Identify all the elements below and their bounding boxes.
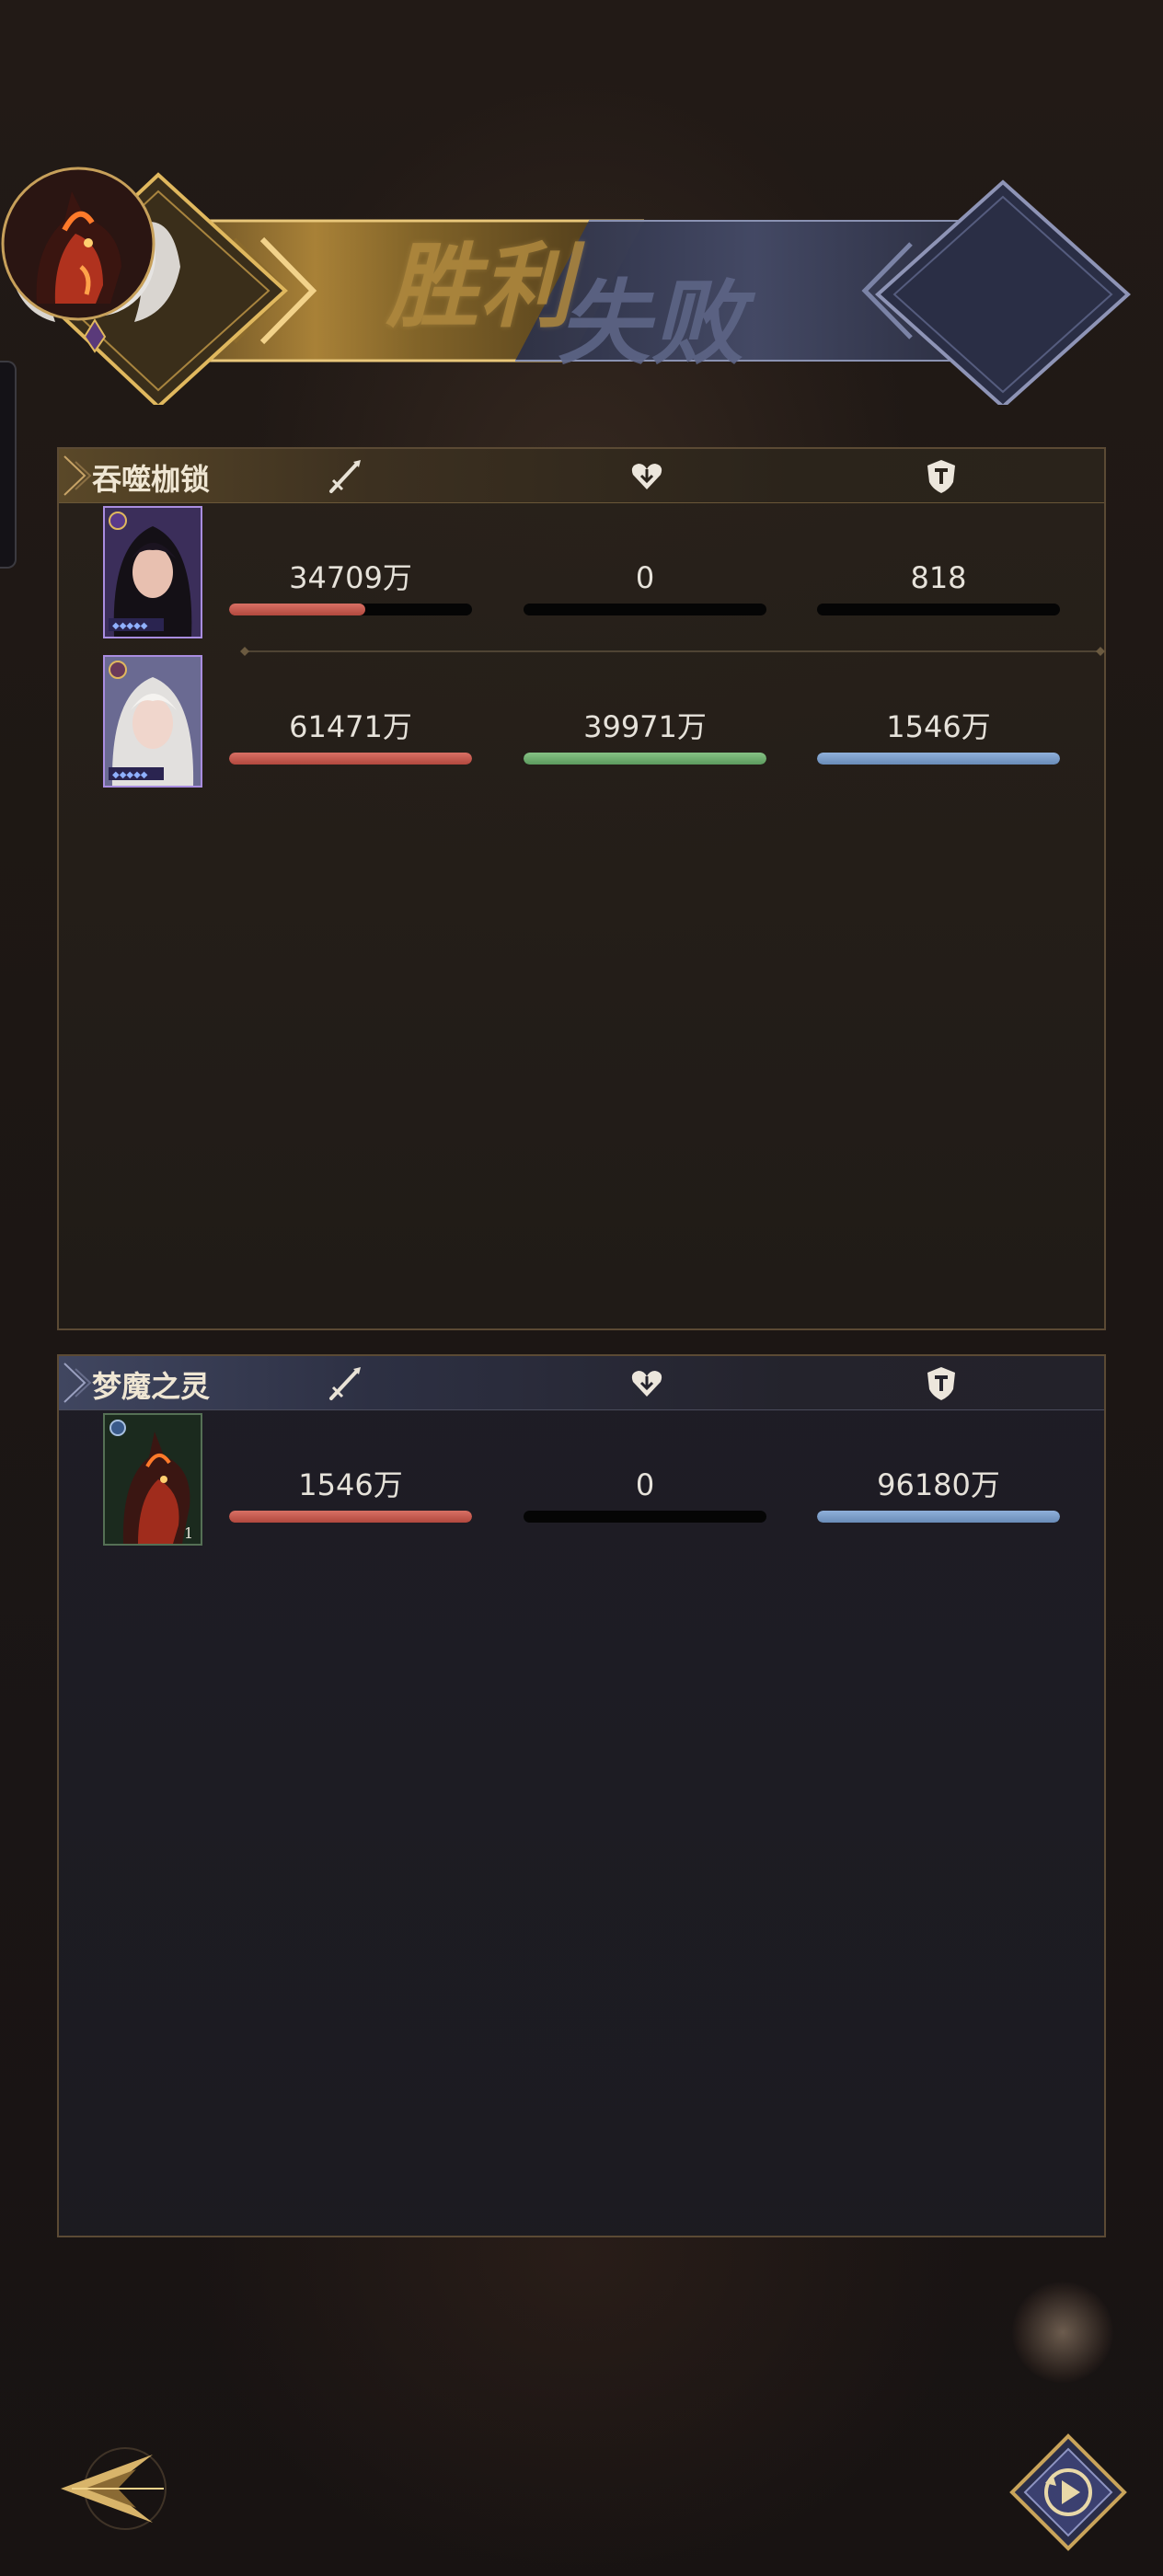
damage-stat: 1546万 [229,1466,472,1523]
heal-bar-fill [524,753,766,765]
enemy-portrait: 1 [105,1415,201,1544]
damage-bar [229,753,472,765]
damage-stat: 34709万 [229,559,472,615]
heal-stat: 0 [524,559,766,615]
level-label: 1 [184,1524,193,1542]
team-header-2: 梦魔之灵 [59,1356,1104,1410]
team-name-1: 吞噬枷锁 [92,462,211,497]
damage-bar [229,604,472,615]
tank-bar [817,753,1060,765]
heal-value: 0 [635,560,655,595]
loser-avatar[interactable] [0,166,156,322]
damage-bar-fill [229,604,365,615]
damage-bar-fill [229,753,472,765]
member-row-2[interactable]: ◆◆◆◆◆ 61471万 39971万 1546万 [59,655,1104,793]
sword-icon [329,460,361,493]
blurred-background-orb [1012,2282,1113,2383]
heal-value: 39971万 [583,709,707,744]
team-name-2: 梦魔之灵 [92,1369,211,1404]
tank-bar-fill [817,753,1060,765]
tank-stat: 1546万 [817,708,1060,765]
tank-stat: 96180万 [817,1466,1060,1523]
white-haired-angel-card[interactable]: ◆◆◆◆◆ [103,655,202,788]
shield-icon [927,1367,955,1400]
tank-bar [817,604,1060,615]
shield-icon [927,460,955,493]
sword-icon [329,1367,361,1400]
tank-bar-fill [817,1511,1060,1523]
tank-value: 96180万 [877,1467,1000,1502]
replay-icon[interactable] [1008,2432,1128,2552]
battle-result-screen: 胜利 失败 吞噬枷锁 ◆◆◆◆◆ 34709万 0 818 ◆◆◆◆◆ 6147… [0,0,1163,2576]
heart-icon [631,1371,662,1397]
team-header-1: 吞噬枷锁 [59,449,1104,503]
damage-value: 34709万 [289,560,412,595]
svg-text:◆◆◆◆◆: ◆◆◆◆◆ [112,770,148,780]
damage-value: 1546万 [298,1467,403,1502]
victory-label: 胜利 [386,232,574,340]
tank-stat: 818 [817,559,1060,615]
heal-bar [524,753,766,765]
hero-portrait: ◆◆◆◆◆ [105,657,201,786]
team-panel-1: 吞噬枷锁 ◆◆◆◆◆ 34709万 0 818 ◆◆◆◆◆ 61471万 399… [57,447,1106,1330]
heal-bar [524,604,766,615]
damage-bar [229,1511,472,1523]
result-banner: 胜利 失败 [0,166,1163,405]
heal-stat: 39971万 [524,708,766,765]
heal-value: 0 [635,1467,655,1502]
tank-bar [817,1511,1060,1523]
svg-text:◆◆◆◆◆: ◆◆◆◆◆ [112,621,148,631]
member-row-1[interactable]: ◆◆◆◆◆ 34709万 0 818 [59,506,1104,644]
heart-icon [631,464,662,489]
tank-value: 1546万 [886,709,991,744]
dark-haired-witch-card[interactable]: ◆◆◆◆◆ [103,506,202,638]
back-arrow-icon[interactable] [53,2438,173,2539]
damage-bar-fill [229,1511,472,1523]
heal-stat: 0 [524,1466,766,1523]
team-panel-2: 梦魔之灵 1 1546万 0 96180万 [57,1354,1106,2237]
damage-stat: 61471万 [229,708,472,765]
damage-value: 61471万 [289,709,412,744]
heal-bar [524,1511,766,1523]
hero-portrait: ◆◆◆◆◆ [105,508,201,637]
tank-value: 818 [910,560,967,595]
member-row-1[interactable]: 1 1546万 0 96180万 [59,1413,1104,1551]
red-demon-horse-card[interactable]: 1 [103,1413,202,1546]
defeat-label: 失败 [558,269,745,377]
